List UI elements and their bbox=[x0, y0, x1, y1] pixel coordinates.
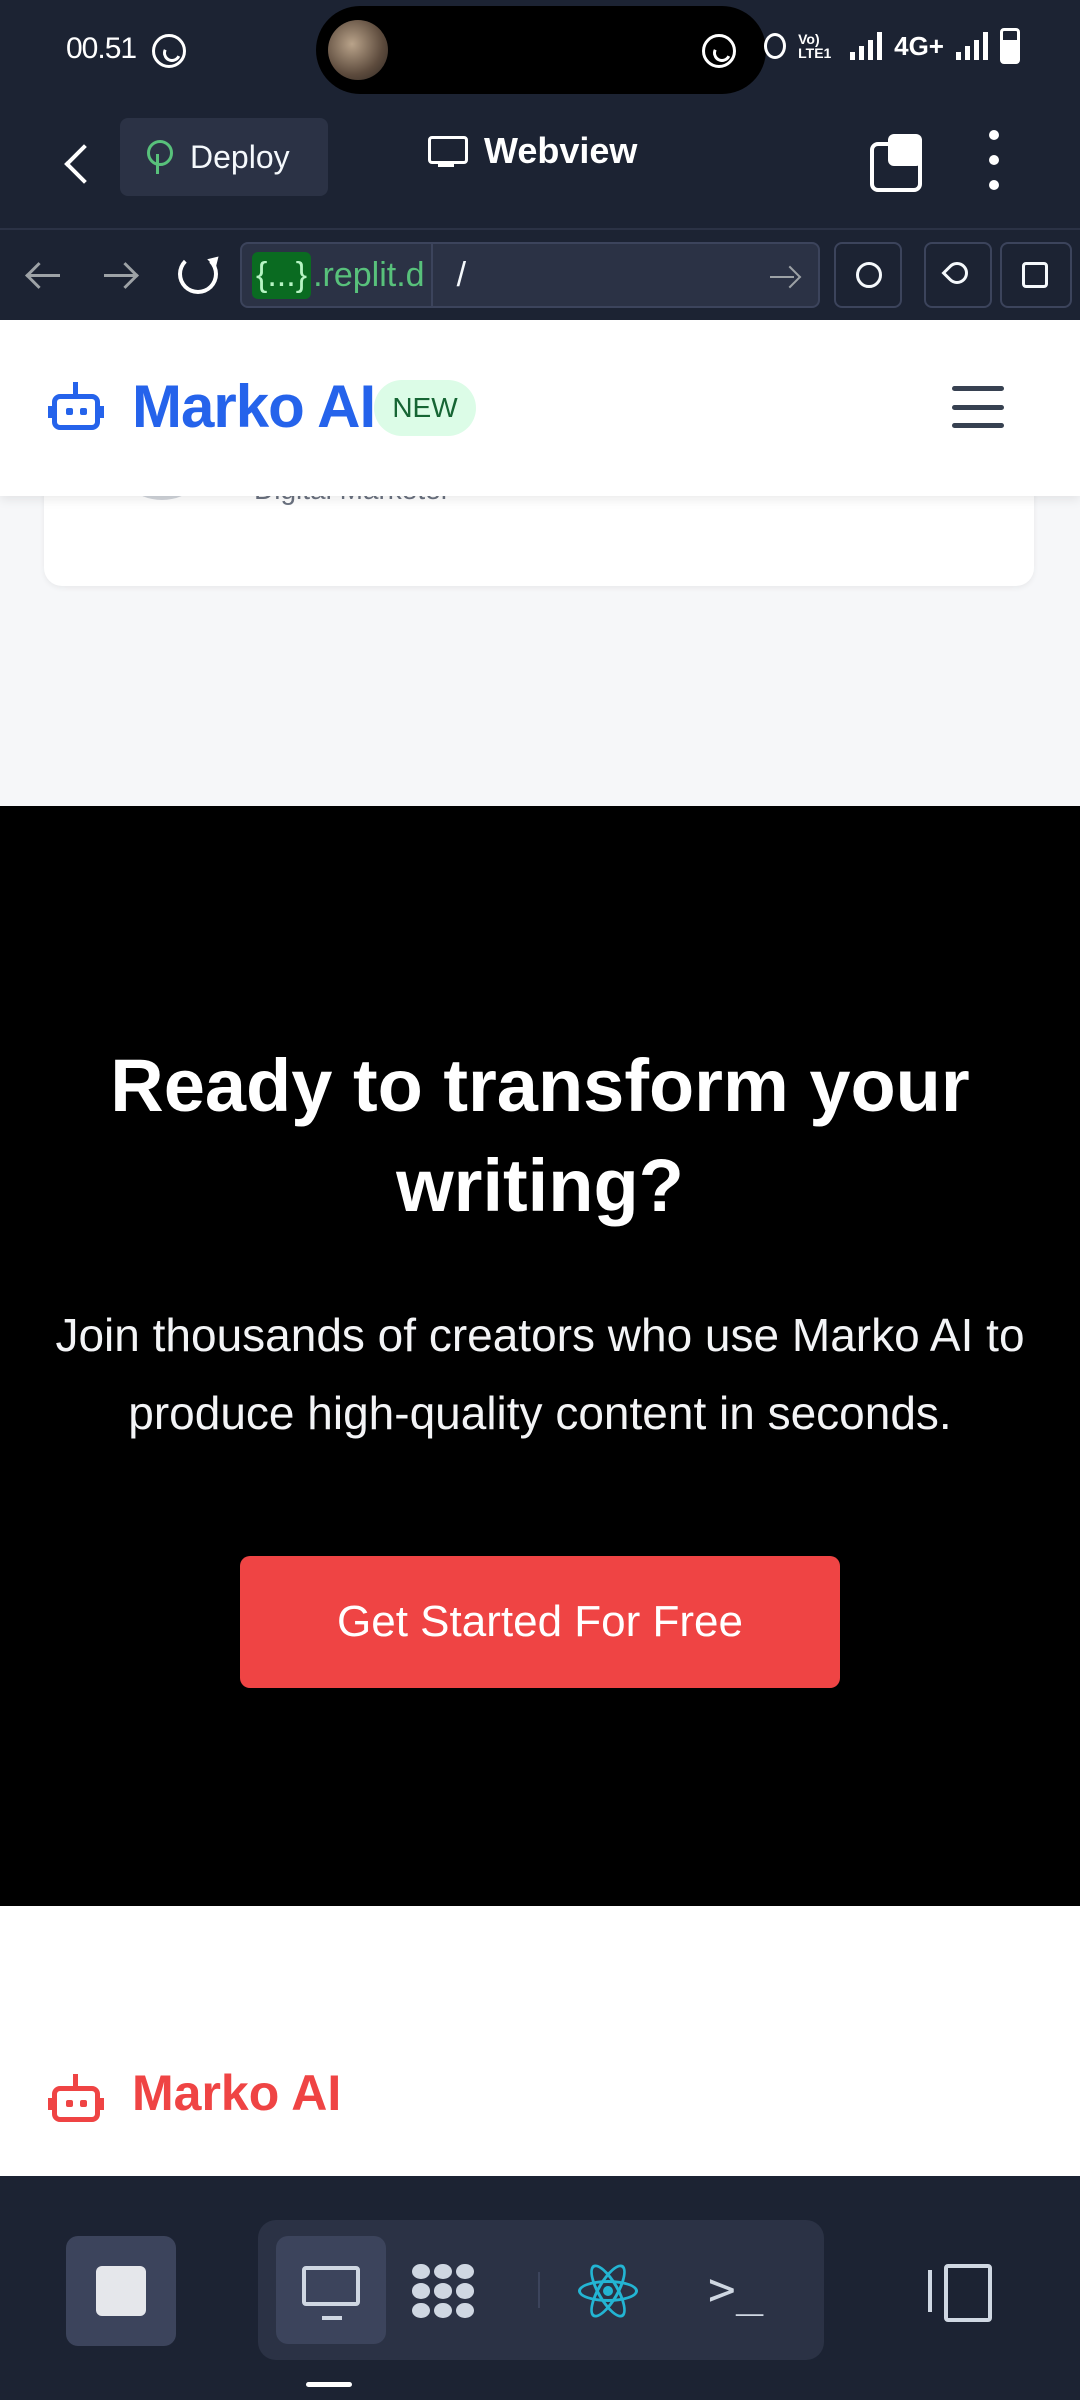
whatsapp-icon bbox=[152, 34, 186, 68]
volte-label: Vo) LTE1 bbox=[798, 31, 832, 61]
menu-icon[interactable] bbox=[952, 386, 1004, 428]
back-button[interactable] bbox=[56, 138, 106, 188]
forward-arrow-icon[interactable] bbox=[96, 250, 146, 300]
back-arrow-icon[interactable] bbox=[20, 250, 70, 300]
home-indicator bbox=[306, 2382, 352, 2387]
shell-tool-button[interactable]: >_ bbox=[688, 2236, 798, 2344]
panel-toggle-icon[interactable] bbox=[928, 2264, 992, 2322]
webview-tab-title[interactable]: Webview bbox=[428, 130, 637, 172]
robot-icon bbox=[48, 2074, 104, 2124]
avatar bbox=[328, 20, 388, 80]
whatsapp-icon bbox=[702, 34, 736, 68]
new-badge: NEW bbox=[374, 380, 476, 436]
deploy-label: Deploy bbox=[190, 138, 290, 175]
divider bbox=[538, 2272, 540, 2308]
react-tool-button[interactable] bbox=[558, 2236, 668, 2344]
grid-dots-icon bbox=[412, 2264, 474, 2318]
tool-group: >_ bbox=[258, 2220, 824, 2360]
signal-icon bbox=[956, 32, 988, 60]
terminal-icon: >_ bbox=[708, 2262, 764, 2316]
url-host: {...} .replit.d bbox=[242, 244, 433, 306]
site-header: Marko AI NEW bbox=[0, 320, 1080, 496]
more-menu-icon[interactable] bbox=[988, 130, 1000, 190]
footer-logo[interactable]: Marko AI bbox=[132, 2064, 341, 2122]
url-field[interactable]: {...} .replit.d / bbox=[240, 242, 820, 308]
webview-label: Webview bbox=[484, 130, 638, 171]
palette-icon bbox=[856, 262, 882, 288]
monitor-icon bbox=[302, 2266, 360, 2320]
monitor-icon bbox=[428, 134, 468, 168]
site-footer: Marko AI bbox=[0, 1906, 1080, 2176]
theme-button[interactable] bbox=[834, 242, 902, 308]
site-logo[interactable]: Marko AI bbox=[132, 372, 376, 441]
status-bar: 00.51 Vo) LTE1 4G+ bbox=[0, 0, 1080, 100]
devtools-button[interactable] bbox=[924, 242, 992, 308]
battery-icon bbox=[1000, 28, 1020, 64]
stop-button[interactable] bbox=[66, 2236, 176, 2346]
url-path: / bbox=[456, 255, 467, 294]
open-external-button[interactable] bbox=[1000, 242, 1072, 308]
cta-title: Ready to transform your writing? bbox=[110, 1044, 970, 1227]
url-badge: {...} bbox=[252, 251, 312, 299]
deploy-button[interactable]: Deploy bbox=[120, 118, 328, 196]
webview-tool-button[interactable] bbox=[276, 2236, 386, 2344]
signal-icon bbox=[850, 32, 883, 60]
webview-viewport: Marko AI NEW Digital Marketer Ready to t… bbox=[0, 320, 1080, 2176]
dynamic-island bbox=[316, 6, 766, 94]
deploy-icon bbox=[142, 140, 173, 174]
external-link-icon bbox=[1022, 262, 1048, 288]
all-tools-button[interactable] bbox=[386, 2236, 496, 2344]
react-icon bbox=[578, 2259, 638, 2323]
browser-toolbar: {...} .replit.d / bbox=[0, 230, 1080, 320]
network-label: 4G+ bbox=[894, 30, 944, 61]
bottom-toolbar: >_ bbox=[0, 2176, 1080, 2400]
cta-section: Ready to transform your writing? Join th… bbox=[0, 806, 1080, 1906]
status-indicators: Vo) LTE1 4G+ bbox=[764, 28, 1020, 64]
cta-subtitle: Join thousands of creators who use Marko… bbox=[55, 1309, 1025, 1439]
reload-icon[interactable] bbox=[178, 254, 218, 294]
tabs-icon[interactable] bbox=[870, 134, 926, 192]
get-started-button[interactable]: Get Started For Free bbox=[240, 1556, 840, 1688]
robot-icon bbox=[48, 382, 104, 432]
go-arrow-icon[interactable] bbox=[770, 264, 796, 290]
status-time: 00.51 bbox=[66, 32, 137, 65]
alarm-icon bbox=[764, 33, 787, 59]
wrench-icon bbox=[941, 257, 973, 289]
url-host-text: .replit.d bbox=[313, 255, 425, 294]
app-bar: Deploy Webview bbox=[0, 100, 1080, 230]
